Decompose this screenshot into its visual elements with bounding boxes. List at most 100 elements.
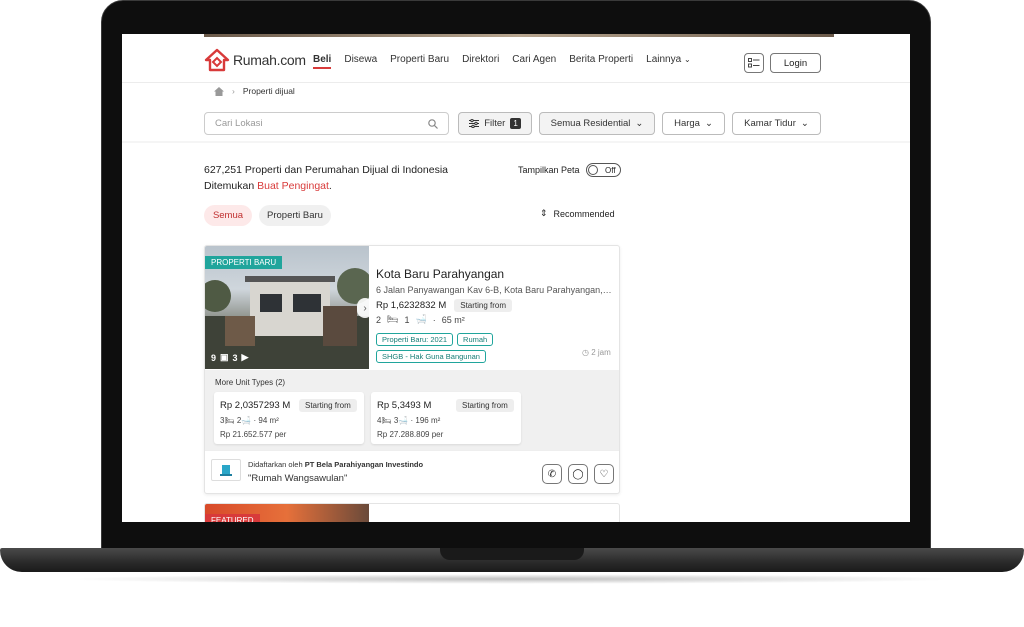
main-nav: Beli Disewa Properti Baru Direktori Cari… — [313, 54, 691, 69]
play-icon: ▶ — [241, 352, 249, 362]
chip-properti-baru[interactable]: Properti Baru — [259, 205, 331, 226]
bath-icon: 🛁 — [241, 416, 252, 425]
project-name: "Rumah Wangsawulan" — [248, 473, 348, 484]
chevron-down-icon: ⌄ — [704, 118, 713, 129]
call-button[interactable]: ✆ — [542, 464, 562, 484]
nav-item-berita-properti[interactable]: Berita Properti — [569, 54, 633, 69]
photo-count: 9 — [211, 352, 217, 363]
chat-icon: ◯ — [572, 468, 584, 480]
logo[interactable]: Rumah.com — [204, 47, 306, 73]
filter-count-badge: 1 — [510, 118, 521, 129]
filter-button[interactable]: Filter 1 — [458, 112, 532, 135]
result-count-line: 627,251 Properti dan Perumahan Dijual di… — [204, 164, 448, 176]
unit-area: 94 m² — [258, 416, 279, 425]
listing-area: 65 m² — [441, 314, 465, 325]
posted-time: ◷ 2 jam — [582, 348, 611, 357]
video-count: 3 — [232, 352, 238, 363]
breadcrumb-separator-icon: › — [232, 86, 235, 96]
logo-text: Rumah.com — [233, 52, 306, 68]
agent-listed-by: Didaftarkan oleh PT Bela Parahiyangan In… — [248, 460, 423, 469]
price-dropdown[interactable]: Harga ⌄ — [662, 112, 725, 135]
location-search-input[interactable]: Cari Lokasi — [204, 112, 449, 135]
property-type-dropdown[interactable]: Semua Residential ⌄ — [539, 112, 655, 135]
breadcrumb: › Properti dijual — [214, 86, 295, 96]
shortlist-menu-button[interactable] — [744, 53, 764, 73]
image-icon: ▣ — [220, 352, 229, 362]
unit-card[interactable]: Rp 2,0357293 M Starting from 3🛏 2🛁 · 94 … — [214, 392, 364, 444]
photo-next-button[interactable]: › — [357, 298, 373, 318]
unit-price-note: Starting from — [456, 399, 514, 412]
map-toggle: Tampilkan Peta Off — [518, 163, 621, 177]
agent-name[interactable]: PT Bela Parahiyangan Investindo — [305, 460, 423, 469]
chevron-down-icon: ⌄ — [683, 55, 691, 64]
house-logo-icon — [204, 48, 230, 72]
chat-button[interactable]: ◯ — [568, 464, 588, 484]
posted-time-value: 2 jam — [591, 348, 611, 357]
property-type-value: Semua Residential — [550, 118, 631, 129]
nav-item-disewa[interactable]: Disewa — [344, 54, 377, 69]
more-unit-types: More Unit Types (2) Rp 2,0357293 M Start… — [205, 370, 619, 450]
unit-price-per: Rp 21.652.577 per — [220, 430, 287, 439]
tag-year: Properti Baru: 2021 — [376, 333, 454, 346]
dot-separator: · — [432, 314, 436, 325]
map-toggle-state: Off — [605, 165, 616, 175]
nav-item-beli[interactable]: Beli — [313, 54, 332, 69]
nav-item-lainnya[interactable]: Lainnya ⌄ — [646, 54, 691, 69]
developer-logo-icon — [220, 465, 232, 476]
map-toggle-switch[interactable]: Off — [585, 163, 621, 177]
found-suffix: . — [328, 180, 332, 192]
media-count: 9 ▣ 3 ▶ — [211, 352, 248, 363]
listing-card[interactable]: PROPERTI BARU 9 ▣ 3 ▶ › Kota Baru Parahy… — [204, 245, 620, 494]
bed-icon: 🛏 — [224, 416, 235, 425]
tag-certificate: SHGB - Hak Guna Bangunan — [376, 350, 486, 363]
found-prefix: Ditemukan — [204, 180, 258, 192]
agent-row: Didaftarkan oleh PT Bela Parahiyangan In… — [205, 450, 619, 493]
bedroom-dropdown[interactable]: Kamar Tidur ⌄ — [732, 112, 821, 135]
laptop-shadow — [60, 574, 964, 584]
create-alert-link[interactable]: Buat Pengingat — [257, 180, 329, 192]
unit-specs: 3🛏 2🛁 · 94 m² — [220, 416, 279, 425]
baths-count: 1 — [404, 314, 410, 325]
listing-card-2[interactable]: FEATURED — [204, 503, 620, 522]
unit-price-per: Rp 27.288.809 per — [377, 430, 444, 439]
phone-icon: ✆ — [547, 468, 557, 480]
listing-specs: 2 🛏 1 🛁 · 65 m² — [376, 314, 465, 325]
unit-price: Rp 5,3493 M — [377, 400, 432, 411]
list-icon — [748, 58, 760, 68]
login-button[interactable]: Login — [770, 53, 821, 73]
chevron-right-icon: › — [363, 302, 367, 314]
unit-price-note: Starting from — [299, 399, 357, 412]
favorite-button[interactable]: ♡ — [594, 464, 614, 484]
laptop-notch — [440, 548, 584, 560]
filter-label: Filter — [484, 118, 506, 129]
listing-tags: Properti Baru: 2021 Rumah SHGB - Hak Gun… — [376, 333, 526, 363]
listing-address: 6 Jalan Panyawangan Kav 6-B, Kota Baru P… — [376, 285, 614, 295]
browser-screen: Rumah.com Beli Disewa Properti Baru Dire… — [122, 34, 910, 522]
agent-logo — [211, 459, 241, 481]
nav-item-properti-baru[interactable]: Properti Baru — [390, 54, 449, 69]
navbar: Rumah.com Beli Disewa Properti Baru Dire… — [122, 37, 910, 83]
nav-item-lainnya-label: Lainnya — [646, 54, 682, 65]
sort-dropdown[interactable]: ⇕ Recommended — [540, 208, 615, 219]
price-note: Starting from — [454, 299, 513, 312]
nav-item-cari-agen[interactable]: Cari Agen — [512, 54, 556, 69]
listing-price-row: Rp 1,6232832 M Starting from — [376, 299, 513, 312]
sliders-icon — [469, 119, 480, 128]
listing-photo[interactable]: PROPERTI BARU 9 ▣ 3 ▶ — [205, 246, 369, 369]
chip-semua[interactable]: Semua — [204, 205, 252, 226]
nav-item-direktori[interactable]: Direktori — [462, 54, 499, 69]
result-alert-line: Ditemukan Buat Pengingat. — [204, 178, 448, 194]
agent-prefix: Didaftarkan oleh — [248, 460, 305, 469]
bed-icon: 🛏 — [387, 314, 399, 324]
listing-title[interactable]: Kota Baru Parahyangan — [376, 267, 504, 281]
unit-price: Rp 2,0357293 M — [220, 400, 291, 411]
beds-count: 2 — [376, 314, 382, 325]
home-icon[interactable] — [214, 86, 224, 96]
heart-icon: ♡ — [599, 468, 609, 480]
result-count: 627,251 Properti dan Perumahan Dijual di… — [204, 162, 448, 194]
sort-arrows-icon: ⇕ — [540, 208, 548, 218]
breadcrumb-current[interactable]: Properti dijual — [243, 86, 295, 96]
more-units-title: More Unit Types (2) — [215, 378, 286, 387]
bedroom-label: Kamar Tidur — [744, 118, 796, 129]
unit-card[interactable]: Rp 5,3493 M Starting from 4🛏 3🛁 · 196 m²… — [371, 392, 521, 444]
